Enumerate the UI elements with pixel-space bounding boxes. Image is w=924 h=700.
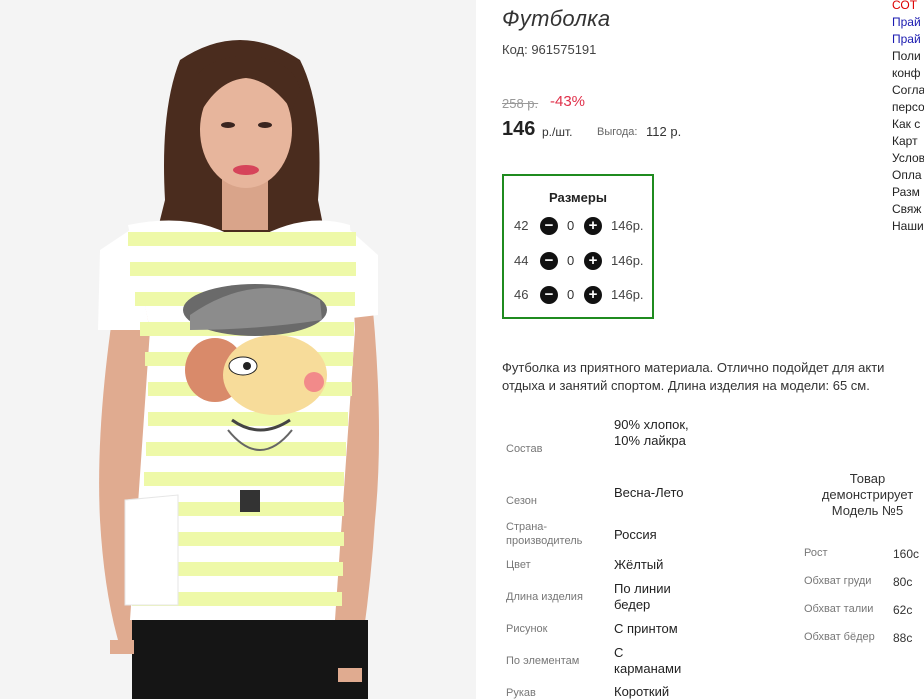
side-link[interactable]: Карт <box>892 133 924 150</box>
size-quantity: 0 <box>567 287 575 302</box>
plus-circle-icon[interactable]: + <box>584 217 602 235</box>
price-unit: р./шт. <box>542 125 573 139</box>
attr-value: Весна-Лето <box>614 485 684 500</box>
measurement-value: 62с <box>893 603 913 617</box>
plus-circle-icon[interactable]: + <box>584 286 602 304</box>
side-link[interactable]: Как с <box>892 116 924 133</box>
measurement-label: Обхват груди <box>804 575 872 587</box>
minus-circle-icon[interactable]: − <box>540 286 558 304</box>
product-description: Футболка из приятного материала. Отлично… <box>502 359 924 395</box>
side-link[interactable]: Опла <box>892 167 924 184</box>
size-row: 46 − 0 + 146р. <box>504 285 652 307</box>
side-link[interactable]: Прай <box>892 14 924 31</box>
side-links: СОТ Прай Прай Поли конф Согла персо Как … <box>892 0 924 235</box>
sizes-panel: Размеры 42 − 0 + 146р. 44 − 0 + 146р. 46… <box>502 174 654 319</box>
size-price: 146р. <box>611 218 644 233</box>
attr-value: Россия <box>614 527 657 542</box>
savings-label: Выгода: <box>597 126 638 138</box>
attr-value: С карманами <box>614 645 682 676</box>
size-number: 44 <box>514 253 529 268</box>
size-row: 42 − 0 + 146р. <box>504 216 652 238</box>
measurement-value: 88с <box>893 631 913 645</box>
attr-label: Рукав <box>506 687 536 699</box>
discount-badge: -43% <box>550 93 586 110</box>
side-link[interactable]: Наши <box>892 218 924 235</box>
description-line: отдыха и занятий спортом. Длина изделия … <box>502 378 870 393</box>
size-number: 42 <box>514 218 529 233</box>
measurement-value: 80с <box>893 575 913 589</box>
model-title: Товар демонстрирует Модель №5 <box>821 471 914 518</box>
side-link[interactable]: Прай <box>892 31 924 48</box>
attr-label: Страна-производитель <box>506 521 583 547</box>
side-link[interactable]: Разм <box>892 184 924 201</box>
attr-label: Состав <box>506 443 543 455</box>
attr-label: Длина изделия <box>506 591 583 603</box>
minus-circle-icon[interactable]: − <box>540 252 558 270</box>
size-row: 44 − 0 + 146р. <box>504 251 652 273</box>
plus-circle-icon[interactable]: + <box>584 252 602 270</box>
attr-value: По линии бедер <box>614 581 671 612</box>
size-quantity: 0 <box>567 253 575 268</box>
attr-label: Сезон <box>506 495 537 507</box>
savings-value: 112 р. <box>646 124 682 139</box>
side-link[interactable]: Услов <box>892 150 924 167</box>
attr-value: С принтом <box>614 621 678 636</box>
attr-label: Рисунок <box>506 623 548 635</box>
size-price: 146р. <box>611 287 644 302</box>
side-link[interactable]: Согла <box>892 82 924 99</box>
size-number: 46 <box>514 287 529 302</box>
measurement-value: 160с <box>893 547 920 561</box>
old-price: 258 р. <box>502 96 539 111</box>
minus-circle-icon[interactable]: − <box>540 217 558 235</box>
measurement-label: Обхват бёдер <box>804 631 875 643</box>
measurement-label: Рост <box>804 547 828 559</box>
attr-label: Цвет <box>506 559 531 571</box>
product-code: Код: 961575191 <box>502 42 597 57</box>
product-image <box>0 0 476 699</box>
side-link[interactable]: Свяж <box>892 201 924 218</box>
current-price: 146 <box>502 118 536 140</box>
attr-value: Жёлтый <box>614 557 664 572</box>
sizes-title: Размеры <box>549 190 607 205</box>
side-link[interactable]: конф <box>892 65 924 82</box>
description-line: Футболка из приятного материала. Отлично… <box>502 360 885 375</box>
side-link[interactable]: персо <box>892 99 924 116</box>
product-photo[interactable] <box>0 0 476 699</box>
size-price: 146р. <box>611 253 644 268</box>
attr-label: По элементам <box>506 655 580 667</box>
attr-value: Короткий <box>614 684 670 699</box>
product-title: Футболка <box>502 6 611 31</box>
side-link[interactable]: СОТ <box>892 0 924 14</box>
measurement-label: Обхват талии <box>804 603 874 615</box>
size-quantity: 0 <box>567 218 575 233</box>
side-link[interactable]: Поли <box>892 48 924 65</box>
attr-value: 90% хлопок, 10% лайкра <box>614 417 689 448</box>
